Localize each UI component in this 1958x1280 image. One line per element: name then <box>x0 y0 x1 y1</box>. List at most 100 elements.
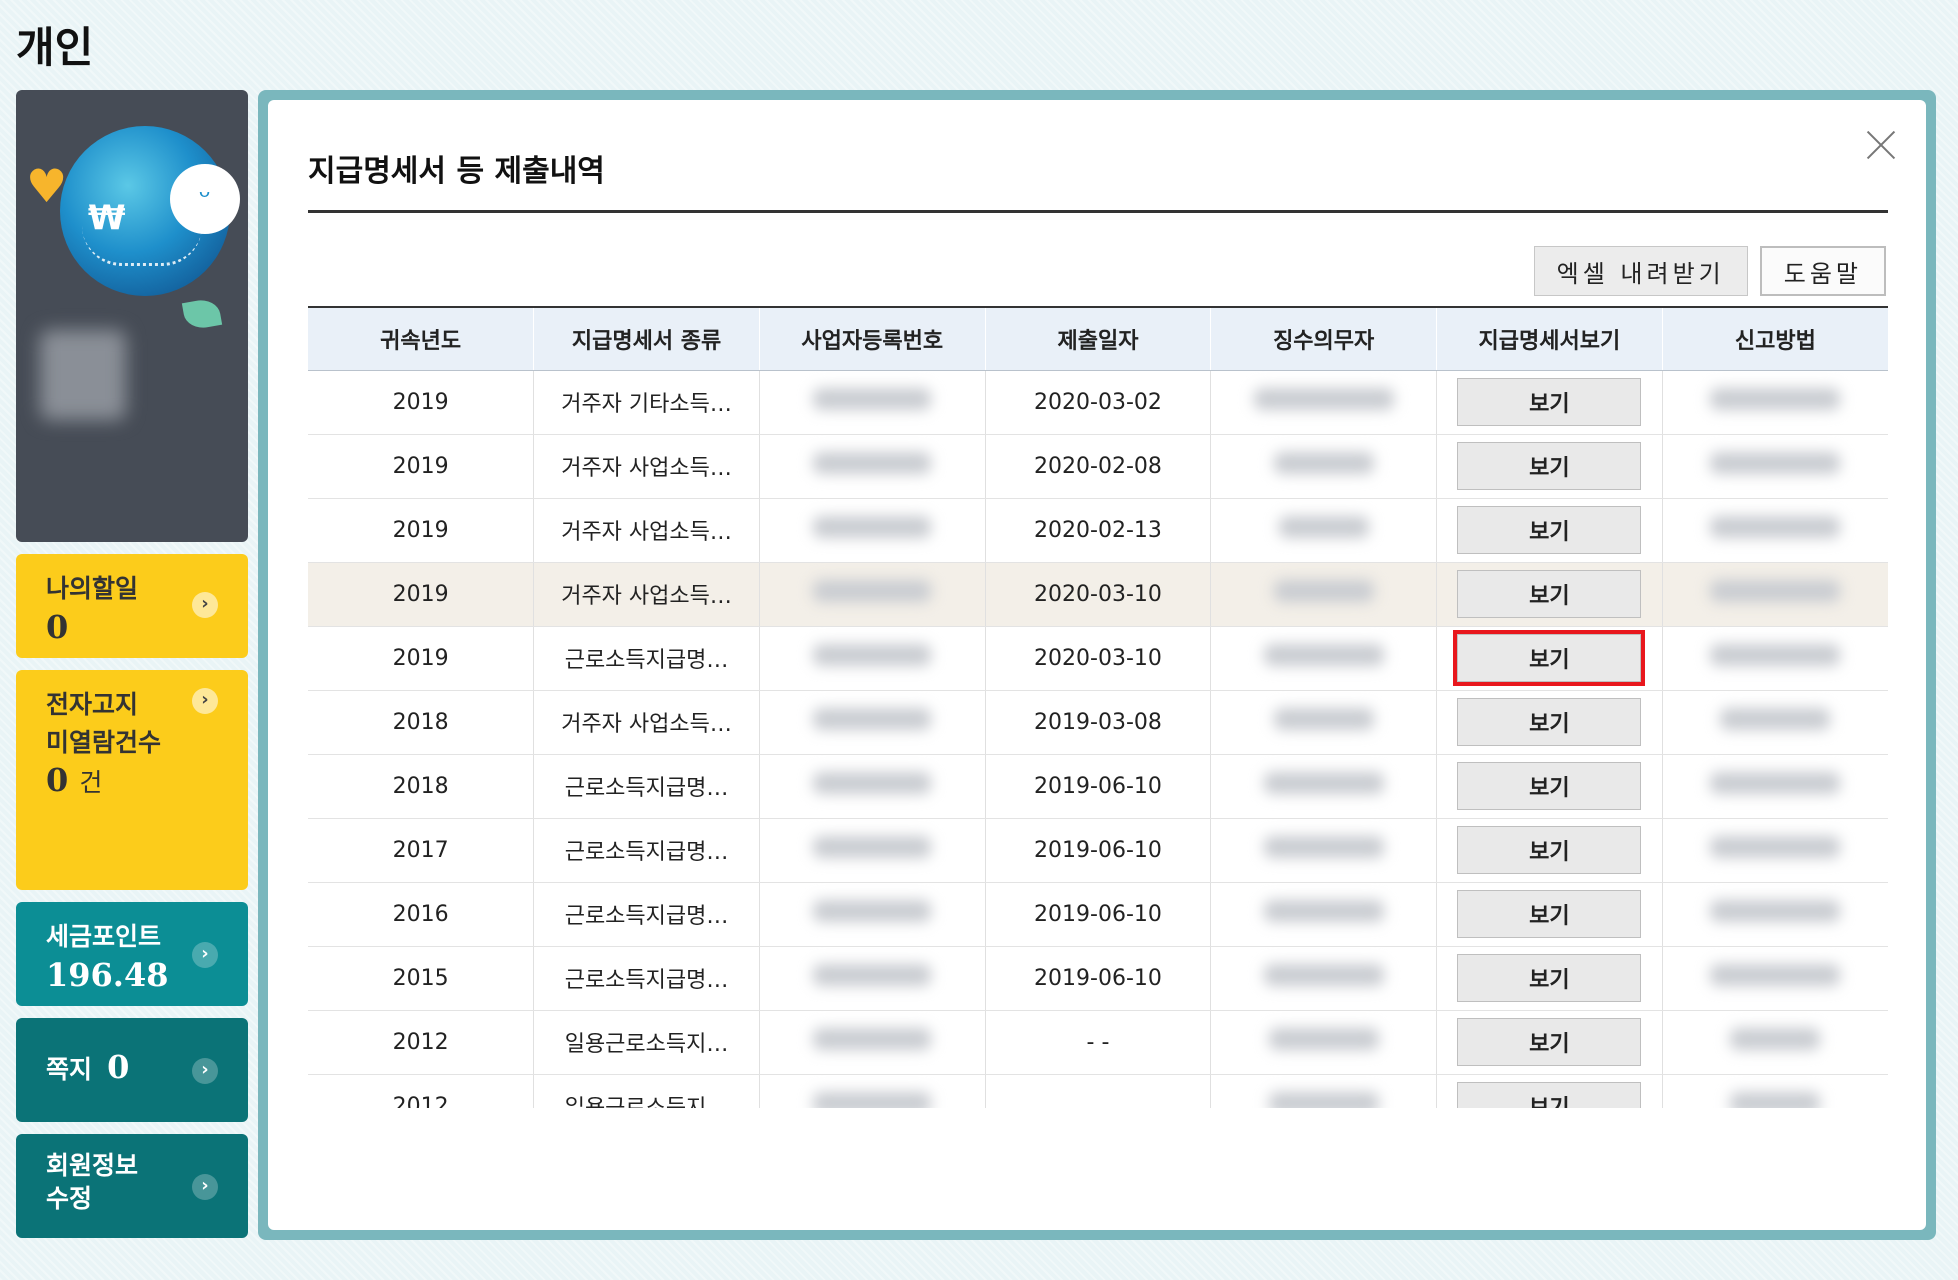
messages-arrow-icon[interactable]: › <box>192 1058 218 1084</box>
cell-statement-type: 근로소득지급명… <box>533 754 760 819</box>
column-header: 지급명세서보기 <box>1436 308 1663 371</box>
tax-points-box[interactable]: 세금포인트 196.48 › <box>16 902 248 1006</box>
table-row[interactable]: 2019 거주자 사업소득… 2020-02-13 보기 <box>308 498 1888 563</box>
table-row[interactable]: 2012 일용근로소득지… - - 보기 <box>308 1010 1888 1075</box>
messages-count: 0 <box>107 1048 130 1086</box>
view-statement-button[interactable]: 보기 <box>1457 698 1642 746</box>
redacted-value <box>1710 452 1841 474</box>
cell-report-method <box>1661 754 1888 819</box>
view-statement-button[interactable]: 보기 <box>1457 762 1642 810</box>
table-row[interactable]: 2019 근로소득지급명… 2020-03-10 보기 <box>308 626 1888 691</box>
cell-business-number <box>758 818 986 883</box>
cell-view: 보기 <box>1436 1074 1663 1108</box>
cell-statement-type: 일용근로소득지… <box>533 1074 760 1108</box>
redacted-value <box>813 516 932 538</box>
view-statement-button[interactable]: 보기 <box>1457 826 1642 874</box>
redacted-value <box>1710 900 1841 922</box>
e-notice-arrow-icon[interactable]: › <box>192 688 218 714</box>
table-row[interactable]: 2019 거주자 기타소득… 2020-03-02 보기 <box>308 370 1888 435</box>
cell-view: 보기 <box>1436 434 1663 499</box>
view-statement-button[interactable]: 보기 <box>1457 506 1642 554</box>
table-row[interactable]: 2015 근로소득지급명… 2019-06-10 보기 <box>308 946 1888 1011</box>
redacted-value <box>1273 452 1374 474</box>
redacted-value <box>813 772 932 794</box>
cell-report-method <box>1661 498 1888 563</box>
cell-report-method <box>1661 434 1888 499</box>
column-header: 징수의무자 <box>1210 308 1437 371</box>
cell-view: 보기 <box>1436 562 1663 627</box>
cell-year: 2018 <box>308 690 534 755</box>
cell-business-number <box>758 1074 986 1108</box>
cell-business-number <box>758 882 986 947</box>
cell-statement-type: 일용근로소득지… <box>533 1010 760 1075</box>
view-statement-button[interactable]: 보기 <box>1453 630 1646 686</box>
view-statement-button[interactable]: 보기 <box>1457 1018 1642 1066</box>
cell-year: 2018 <box>308 754 534 819</box>
member-info-box[interactable]: 회원정보 수정 › <box>16 1134 248 1238</box>
member-info-arrow-icon[interactable]: › <box>192 1174 218 1200</box>
excel-download-button[interactable]: 엑셀 내려받기 <box>1533 246 1748 296</box>
messages-box[interactable]: 쪽지 0 › <box>16 1018 248 1122</box>
view-statement-button[interactable]: 보기 <box>1457 890 1642 938</box>
view-statement-button[interactable]: 보기 <box>1457 378 1642 426</box>
blurred-user-name <box>40 330 126 420</box>
table-row[interactable]: 2019 거주자 사업소득… 2020-03-10 보기 <box>308 562 1888 627</box>
cell-statement-type: 근로소득지급명… <box>533 818 760 883</box>
redacted-value <box>1730 1092 1821 1108</box>
sidebar: ₩ ᵕ ♥ 나의할일 0 › 전자고지 미열람건수 0 건 › 세금포인트 19… <box>16 90 248 1238</box>
cell-statement-type: 거주자 사업소득… <box>533 434 760 499</box>
cell-submit-date: 2020-02-08 <box>984 434 1211 499</box>
cell-withholding-agent <box>1210 818 1437 883</box>
table-body: 2019 거주자 기타소득… 2020-03-02 보기 2019 거주자 사업소득… 20… <box>308 370 1888 1108</box>
cell-report-method <box>1661 562 1888 627</box>
table-row[interactable]: 2018 근로소득지급명… 2019-06-10 보기 <box>308 754 1888 819</box>
cell-statement-type: 근로소득지급명… <box>533 882 760 947</box>
todo-arrow-icon[interactable]: › <box>192 592 218 618</box>
cell-view: 보기 <box>1436 690 1663 755</box>
e-notice-box[interactable]: 전자고지 미열람건수 0 건 › <box>16 670 248 890</box>
redacted-value <box>1710 836 1841 858</box>
redacted-value <box>1710 516 1841 538</box>
cell-statement-type: 거주자 기타소득… <box>533 370 760 435</box>
view-statement-button[interactable]: 보기 <box>1457 954 1642 1002</box>
modal-frame: 지급명세서 등 제출내역 엑셀 내려받기 도움말 귀속년도 지급명세서 종류 사업자… <box>258 90 1936 1240</box>
column-header: 제출일자 <box>984 308 1211 371</box>
cell-business-number <box>758 690 986 755</box>
cell-withholding-agent <box>1210 626 1437 691</box>
redacted-value <box>1710 772 1841 794</box>
table-row[interactable]: 2018 거주자 사업소득… 2019-03-08 보기 <box>308 690 1888 755</box>
view-statement-button[interactable]: 보기 <box>1457 1082 1642 1108</box>
table-row[interactable]: 2019 거주자 사업소득… 2020-02-08 보기 <box>308 434 1888 499</box>
cell-view: 보기 <box>1436 818 1663 883</box>
table-row[interactable]: 2017 근로소득지급명… 2019-06-10 보기 <box>308 818 1888 883</box>
cell-statement-type: 거주자 사업소득… <box>533 690 760 755</box>
cell-submit-date: 2019-06-10 <box>984 882 1211 947</box>
cell-year: 2019 <box>308 626 534 691</box>
cell-business-number <box>758 434 986 499</box>
redacted-value <box>813 644 932 666</box>
profile-card: ₩ ᵕ ♥ <box>16 90 248 542</box>
help-button[interactable]: 도움말 <box>1759 246 1886 296</box>
table-row[interactable]: 2016 근로소득지급명… 2019-06-10 보기 <box>308 882 1888 947</box>
cell-withholding-agent <box>1210 1074 1437 1108</box>
e-notice-count-value: 0 <box>46 761 69 799</box>
redacted-value <box>1268 1028 1379 1050</box>
close-icon[interactable] <box>1864 128 1898 162</box>
view-statement-button[interactable]: 보기 <box>1457 570 1642 618</box>
submission-table-container[interactable]: 귀속년도 지급명세서 종류 사업자등록번호 제출일자 징수의무자 지급명세서보기 신고방법 … <box>308 306 1888 1108</box>
table-row[interactable]: 2012일용근로소득지… 보기 <box>308 1074 1888 1108</box>
todo-box[interactable]: 나의할일 0 › <box>16 554 248 658</box>
tax-points-arrow-icon[interactable]: › <box>192 942 218 968</box>
member-info-label: 회원정보 <box>46 1151 139 1180</box>
cell-view: 보기 <box>1436 1010 1663 1075</box>
e-notice-unread-label: 미열람건수 <box>46 727 162 757</box>
cell-report-method <box>1661 1010 1888 1075</box>
cell-year: 2017 <box>308 818 534 883</box>
redacted-value <box>813 836 932 858</box>
cell-report-method <box>1661 818 1888 883</box>
messages-label: 쪽지 <box>46 1055 93 1084</box>
cell-report-method <box>1661 1074 1888 1108</box>
cell-business-number <box>758 370 986 435</box>
view-statement-button[interactable]: 보기 <box>1457 442 1642 490</box>
cell-withholding-agent <box>1210 1010 1437 1075</box>
